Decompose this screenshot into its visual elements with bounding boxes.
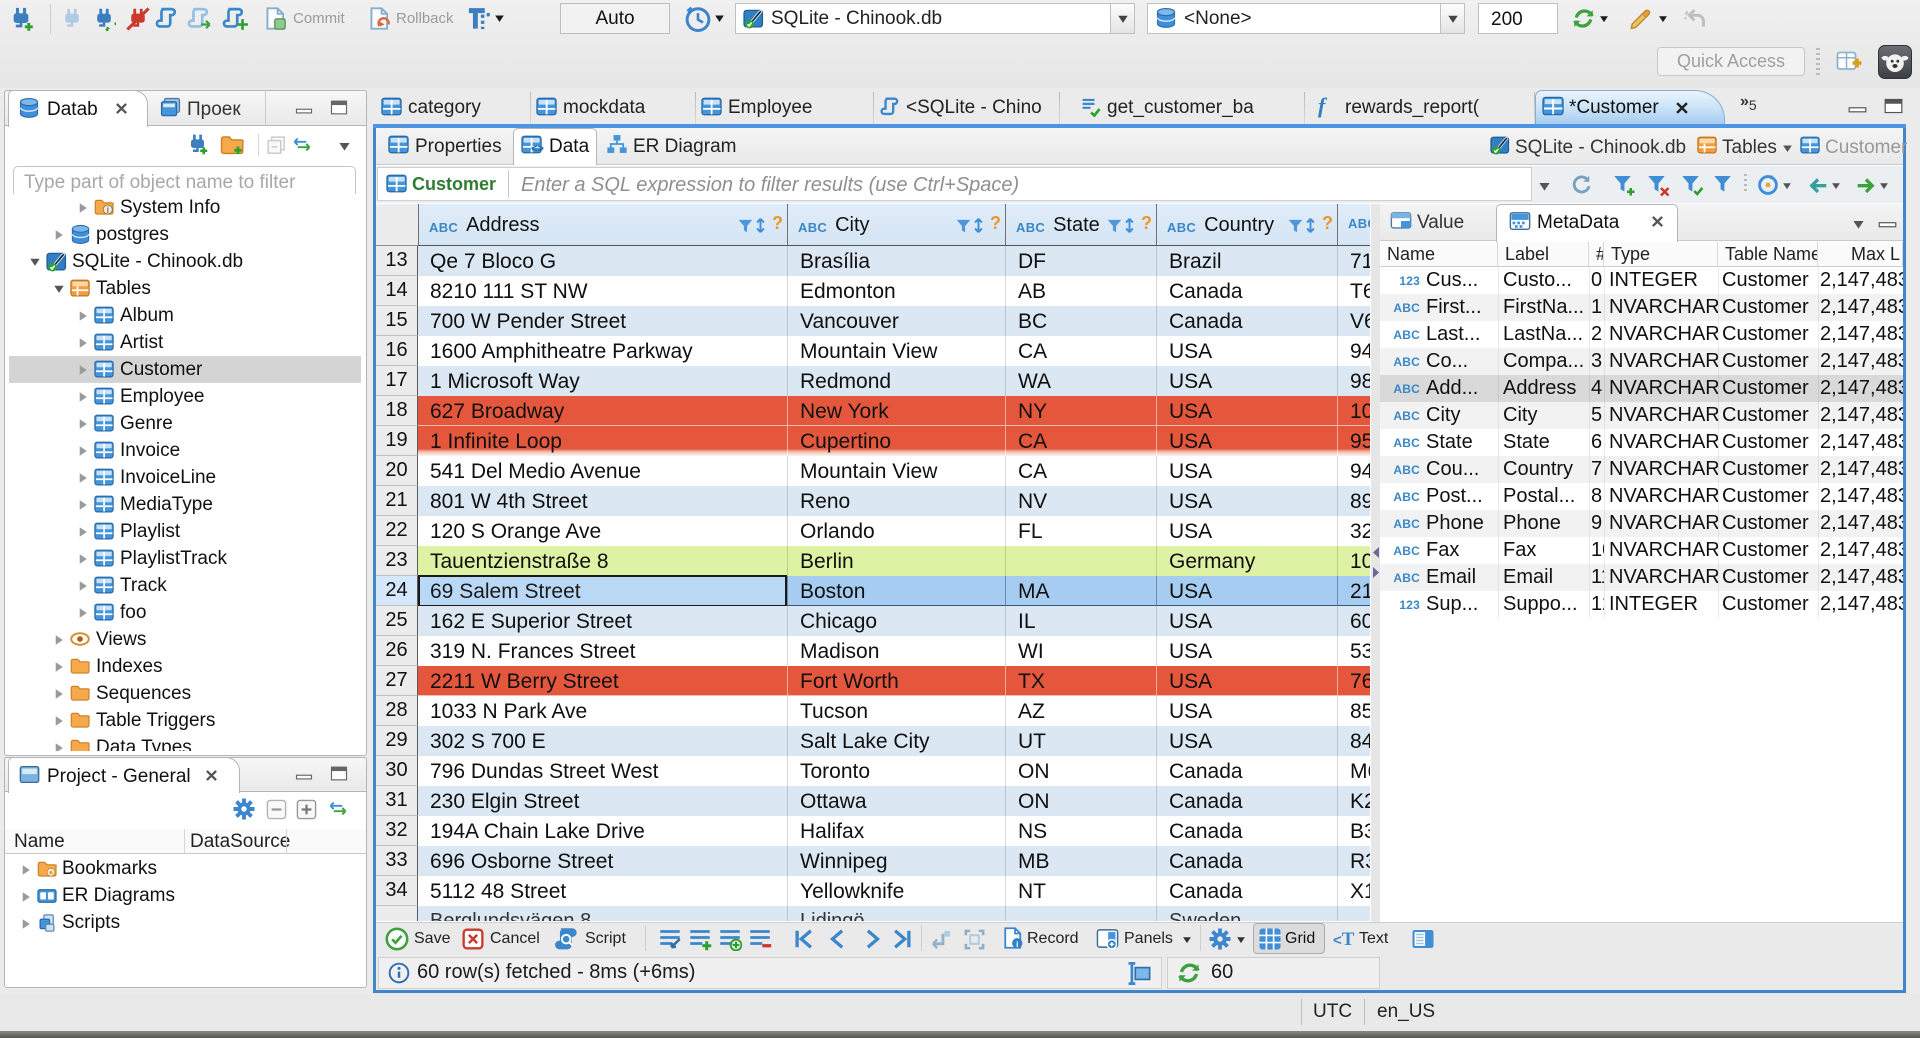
svg-text:i: i: [106, 205, 109, 215]
svg-text:i: i: [1016, 940, 1018, 949]
